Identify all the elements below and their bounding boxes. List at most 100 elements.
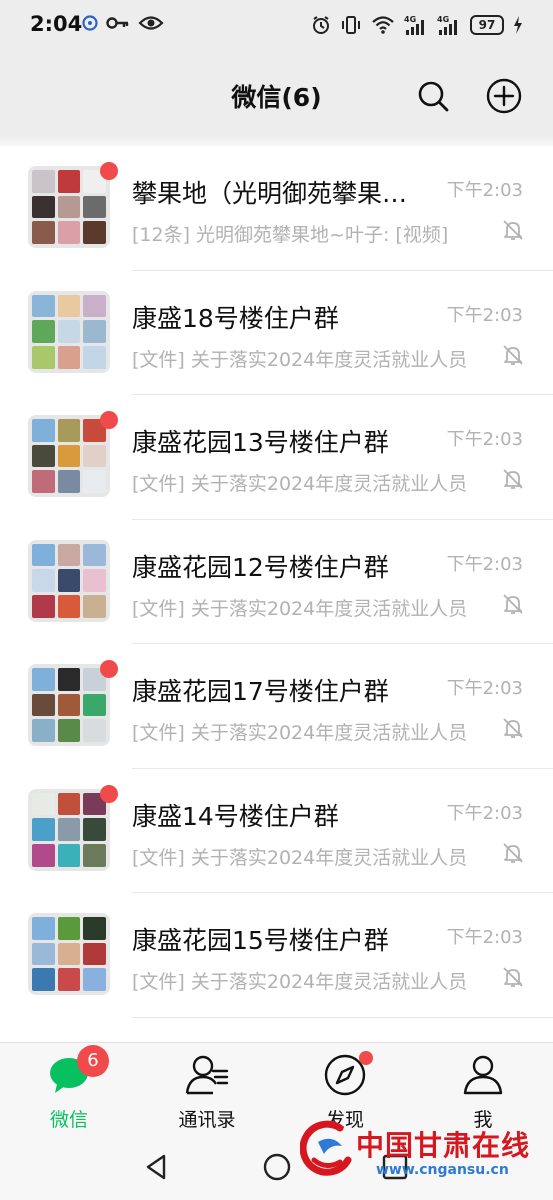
avatar-tile — [57, 917, 81, 940]
avatar-tile — [32, 917, 55, 940]
chat-row[interactable]: 康盛14号楼住户群 下午2:03 [文件] 关于落实2024年度灵活就业人员 — [0, 768, 553, 893]
app-notification-icon — [82, 15, 98, 31]
chats-unread-badge: 6 — [77, 1045, 109, 1077]
avatar-tile — [57, 942, 81, 966]
avatar-tile — [57, 818, 81, 841]
avatar-tile — [57, 792, 81, 816]
status-time: 2:04 — [30, 12, 83, 36]
muted-bell-icon — [503, 469, 523, 489]
avatar-tile — [57, 693, 81, 717]
signal-4g-icon-2: 4G — [437, 15, 457, 35]
battery-indicator: 97 — [470, 15, 504, 35]
avatar-tile — [57, 543, 81, 567]
avatar-tile — [83, 843, 106, 867]
avatar-tile — [32, 668, 55, 691]
chat-name: 康盛花园13号楼住户群 — [132, 428, 389, 457]
charging-icon — [514, 16, 522, 34]
add-button[interactable] — [484, 76, 524, 116]
chat-row[interactable]: 康盛18号楼住户群 下午2:03 [文件] 关于落实2024年度灵活就业人员 — [0, 270, 553, 395]
avatar-tile — [83, 917, 106, 940]
watermark-logo-icon — [300, 1120, 352, 1176]
avatar-tile — [32, 569, 55, 592]
avatar-tile — [32, 719, 55, 742]
wifi-icon — [372, 16, 394, 34]
chat-name: 康盛花园12号楼住户群 — [132, 552, 389, 582]
chat-preview: [文件] 关于落实2024年度灵活就业人员 — [132, 348, 468, 371]
home-nav-icon[interactable] — [262, 1152, 292, 1182]
network-label-2: 4G — [437, 15, 449, 24]
avatar-tile — [57, 843, 81, 867]
chat-time: 下午2:03 — [446, 927, 523, 948]
chat-row[interactable]: 康盛花园12号楼住户群 下午2:03 [文件] 关于落实2024年度灵活就业人员 — [0, 519, 553, 644]
avatar-tile — [57, 195, 81, 219]
tab-contacts[interactable]: 通讯录 — [152, 1053, 262, 1133]
chat-list[interactable]: 攀果地（光明御苑攀果地~叶子下午2:03 [12条] 光明御苑攀果地~叶子: [视… — [0, 146, 553, 1042]
avatar-tile — [32, 543, 55, 567]
avatar-tile — [57, 221, 81, 244]
avatar-tile — [83, 543, 106, 567]
group-avatar — [28, 788, 110, 871]
chat-row[interactable]: 康盛花园15号楼住户群 下午2:03 [文件] 关于落实2024年度灵活就业人员 — [0, 893, 553, 1018]
avatar-tile — [57, 719, 81, 742]
avatar-tile — [57, 444, 81, 468]
muted-bell-icon — [503, 593, 523, 614]
chat-preview: [12条] 光明御苑攀果地~叶子: [视频] — [132, 224, 449, 246]
chat-time: 下午2:03 — [446, 553, 523, 575]
avatar-tile — [57, 170, 81, 193]
unread-dot — [100, 784, 118, 803]
unread-dot — [100, 660, 118, 678]
chat-row[interactable]: 攀果地（光明御苑攀果地~叶子下午2:03 [12条] 光明御苑攀果地~叶子: [视… — [0, 146, 553, 271]
unread-dot — [100, 411, 118, 429]
person-icon — [463, 1055, 503, 1095]
avatar-tile — [32, 942, 55, 966]
eye-icon — [138, 16, 164, 30]
tab-label-contacts: 通讯录 — [178, 1109, 236, 1131]
chat-row[interactable]: 康盛花园13号楼住户群 下午2:03 [文件] 关于落实2024年度灵活就业人员 — [0, 395, 553, 520]
watermark-url: www.cngansu.cn — [376, 1162, 509, 1178]
chat-name: 康盛18号楼住户群 — [132, 303, 339, 333]
avatar-tile — [32, 818, 55, 841]
key-icon — [106, 17, 129, 29]
avatar-tile — [32, 320, 55, 343]
muted-bell-icon — [503, 718, 523, 738]
avatar-tile — [32, 345, 55, 369]
watermark-name: 中国甘肃在线 — [356, 1129, 531, 1162]
unread-dot — [100, 162, 118, 180]
avatar-tile — [83, 818, 106, 841]
avatar-tile — [83, 444, 106, 468]
avatar-tile — [83, 968, 106, 991]
avatar-tile — [32, 693, 55, 717]
avatar-tile — [83, 195, 106, 219]
avatar-tile — [32, 968, 55, 991]
avatar-tile — [83, 693, 106, 717]
tab-chats[interactable]: 6 微信 — [14, 1045, 124, 1133]
chat-time: 下午2:03 — [446, 678, 523, 699]
group-avatar — [28, 415, 110, 497]
group-avatar — [28, 290, 110, 373]
page-title: 微信(6) — [231, 83, 322, 112]
chat-preview: [文件] 关于落实2024年度灵活就业人员 — [132, 597, 468, 620]
muted-bell-icon — [503, 344, 523, 365]
avatar-tile — [32, 294, 55, 318]
chat-row[interactable]: 康盛花园17号楼住户群 下午2:03 [文件] 关于落实2024年度灵活就业人员 — [0, 644, 553, 769]
search-icon — [418, 81, 449, 112]
avatar-tile — [32, 419, 55, 442]
alarm-icon — [313, 16, 329, 34]
status-left-icons — [82, 15, 164, 31]
group-avatar — [28, 539, 110, 622]
chat-preview: [文件] 关于落实2024年度灵活就业人员 — [132, 473, 468, 495]
chat-preview: [文件] 关于落实2024年度灵活就业人员 — [132, 722, 468, 744]
avatar-tile — [57, 594, 81, 618]
row-divider — [132, 1016, 553, 1018]
avatar-tile — [83, 470, 106, 493]
muted-bell-icon — [503, 842, 523, 863]
chat-time: 下午2:03 — [446, 429, 523, 450]
back-nav-icon[interactable] — [142, 1152, 172, 1182]
chat-time: 下午2:03 — [446, 304, 523, 326]
title-bar: 微信(6) — [0, 56, 553, 136]
search-button[interactable] — [413, 76, 453, 116]
avatar-tile — [57, 470, 81, 493]
avatar-tile — [32, 470, 55, 493]
avatar-tile — [32, 594, 55, 618]
tab-label-chats: 微信 — [49, 1109, 88, 1131]
